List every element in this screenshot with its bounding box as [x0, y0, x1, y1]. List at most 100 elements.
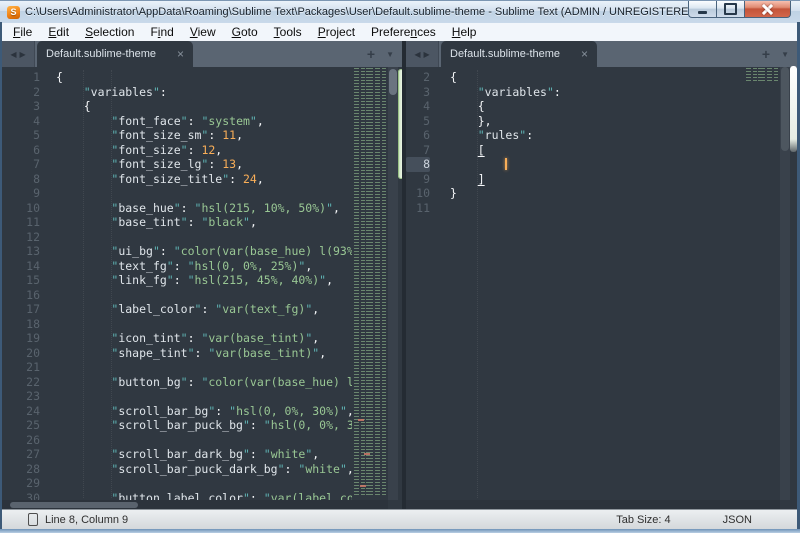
title-bar[interactable]: S C:\Users\Administrator\AppData\Roaming… [0, 0, 800, 23]
code-line: 1{ [2, 70, 352, 85]
line-number: 5 [2, 128, 40, 143]
tab-scroll-left-icon[interactable]: ◀ [414, 50, 420, 59]
code-line: 20 "shape_tint": "var(base_tint)", [2, 346, 352, 361]
code-line: 10 "base_hue": "hsl(215, 10%, 50%)", [2, 201, 352, 216]
tab-scroll-arrows[interactable]: ◀ ▶ [406, 41, 439, 67]
window-border [0, 529, 800, 533]
editor-area: ◀ ▶ Default.sublime-theme × + ▼ 1{2 "var… [2, 41, 797, 510]
window-controls [688, 1, 791, 18]
left-pane: ◀ ▶ Default.sublime-theme × + ▼ 1{2 "var… [2, 41, 402, 510]
right-code-editor[interactable]: 2{3 "variables":4 {5 },6 "rules":7 [8 9 … [406, 67, 742, 500]
line-number: 4 [2, 114, 40, 129]
code-line: 5 "font_size_sm": 11, [2, 128, 352, 143]
menu-item-selection[interactable]: Selection [77, 24, 142, 40]
tab-list-icon[interactable]: ▼ [781, 50, 789, 59]
code-line: 7 "font_size_lg": 13, [2, 157, 352, 172]
code-line: 18 [2, 317, 352, 332]
minimize-button[interactable] [688, 1, 716, 18]
tab-default-sublime-theme[interactable]: Default.sublime-theme × [37, 41, 193, 67]
tab-scroll-left-icon[interactable]: ◀ [10, 50, 16, 59]
right-scrollbar-puck[interactable] [790, 66, 797, 152]
line-number: 12 [2, 230, 40, 245]
maximize-button[interactable] [716, 1, 745, 18]
line-number: 23 [2, 389, 40, 404]
code-line: 17 "label_color": "var(text_fg)", [2, 302, 352, 317]
right-tab-bar: ◀ ▶ Default.sublime-theme × + ▼ [406, 41, 797, 67]
code-line: 10} [406, 186, 742, 201]
line-number: 22 [2, 375, 40, 390]
right-vertical-scrollbar[interactable] [780, 67, 790, 500]
line-number: 2 [2, 85, 40, 100]
left-vertical-scrollbar[interactable] [388, 67, 398, 500]
line-number: 25 [2, 418, 40, 433]
scrollbar-thumb[interactable] [781, 67, 789, 151]
code-line: 24 "scroll_bar_bg": "hsl(0, 0%, 30%)", [2, 404, 352, 419]
line-number: 10 [2, 201, 40, 216]
close-icon [762, 4, 773, 15]
sublime-text-icon: S [7, 6, 20, 19]
line-number: 6 [2, 143, 40, 158]
code-line: 26 [2, 433, 352, 448]
code-line: 11 [406, 201, 742, 216]
line-number: 14 [2, 259, 40, 274]
line-number: 11 [406, 201, 430, 216]
new-tab-icon[interactable]: + [762, 46, 770, 62]
maximize-icon [724, 3, 737, 15]
tab-close-icon[interactable]: × [177, 48, 184, 60]
tab-list-icon[interactable]: ▼ [386, 50, 394, 59]
left-tab-bar: ◀ ▶ Default.sublime-theme × + ▼ [2, 41, 402, 67]
tab-bar-actions: + ▼ [367, 41, 394, 67]
left-minimap[interactable] [352, 67, 388, 500]
line-number: 13 [2, 244, 40, 259]
minimap-mark [364, 453, 370, 455]
menu-item-preferences[interactable]: Preferences [363, 24, 444, 40]
syntax-indicator[interactable]: JSON [723, 514, 752, 526]
tab-scroll-arrows[interactable]: ◀ ▶ [2, 41, 35, 67]
line-number: 20 [2, 346, 40, 361]
close-button[interactable] [745, 1, 791, 18]
line-number: 16 [2, 288, 40, 303]
indent-guide [83, 70, 84, 498]
window-border [0, 22, 2, 533]
indent-guide [111, 70, 112, 498]
scrollbar-thumb[interactable] [389, 69, 397, 95]
window-title: C:\Users\Administrator\AppData\Roaming\S… [25, 6, 700, 18]
tab-scroll-right-icon[interactable]: ▶ [20, 50, 26, 59]
new-tab-icon[interactable]: + [367, 46, 375, 62]
line-number: 9 [406, 172, 430, 187]
line-number: 24 [2, 404, 40, 419]
menu-item-edit[interactable]: Edit [40, 24, 77, 40]
menu-item-tools[interactable]: Tools [266, 24, 310, 40]
line-number: 29 [2, 476, 40, 491]
tab-scroll-right-icon[interactable]: ▶ [424, 50, 430, 59]
status-icon[interactable] [28, 513, 38, 526]
menu-item-file[interactable]: File [5, 24, 40, 40]
line-number: 5 [406, 114, 430, 129]
indent-guide [477, 70, 478, 498]
line-number: 28 [2, 462, 40, 477]
menu-item-find[interactable]: Find [142, 24, 181, 40]
menu-item-help[interactable]: Help [444, 24, 485, 40]
tab-close-icon[interactable]: × [581, 48, 588, 60]
tab-default-sublime-theme[interactable]: Default.sublime-theme × [441, 41, 597, 67]
line-number: 1 [2, 70, 40, 85]
right-minimap[interactable] [744, 67, 780, 500]
minimap-content [354, 67, 386, 496]
scrollbar-thumb[interactable] [10, 502, 138, 508]
line-number: 9 [2, 186, 40, 201]
line-number: 11 [2, 215, 40, 230]
left-code-editor[interactable]: 1{2 "variables":3 {4 "font_face": "syste… [2, 67, 352, 500]
tab-size-indicator[interactable]: Tab Size: 4 [616, 514, 670, 526]
code-line: 9 [2, 186, 352, 201]
menu-item-view[interactable]: View [182, 24, 224, 40]
line-number: 3 [406, 85, 430, 100]
code-line: 21 [2, 360, 352, 375]
code-line: 11 "base_tint": "black", [2, 215, 352, 230]
menu-item-project[interactable]: Project [310, 24, 363, 40]
code-line: 6 "rules": [406, 128, 742, 143]
code-line: 4 "font_face": "system", [2, 114, 352, 129]
cursor-position[interactable]: Line 8, Column 9 [45, 514, 128, 526]
code-line: 13 "ui_bg": "color(var(base_hue) l(93%))… [2, 244, 352, 259]
line-number: 4 [406, 99, 430, 114]
menu-item-goto[interactable]: Goto [224, 24, 266, 40]
